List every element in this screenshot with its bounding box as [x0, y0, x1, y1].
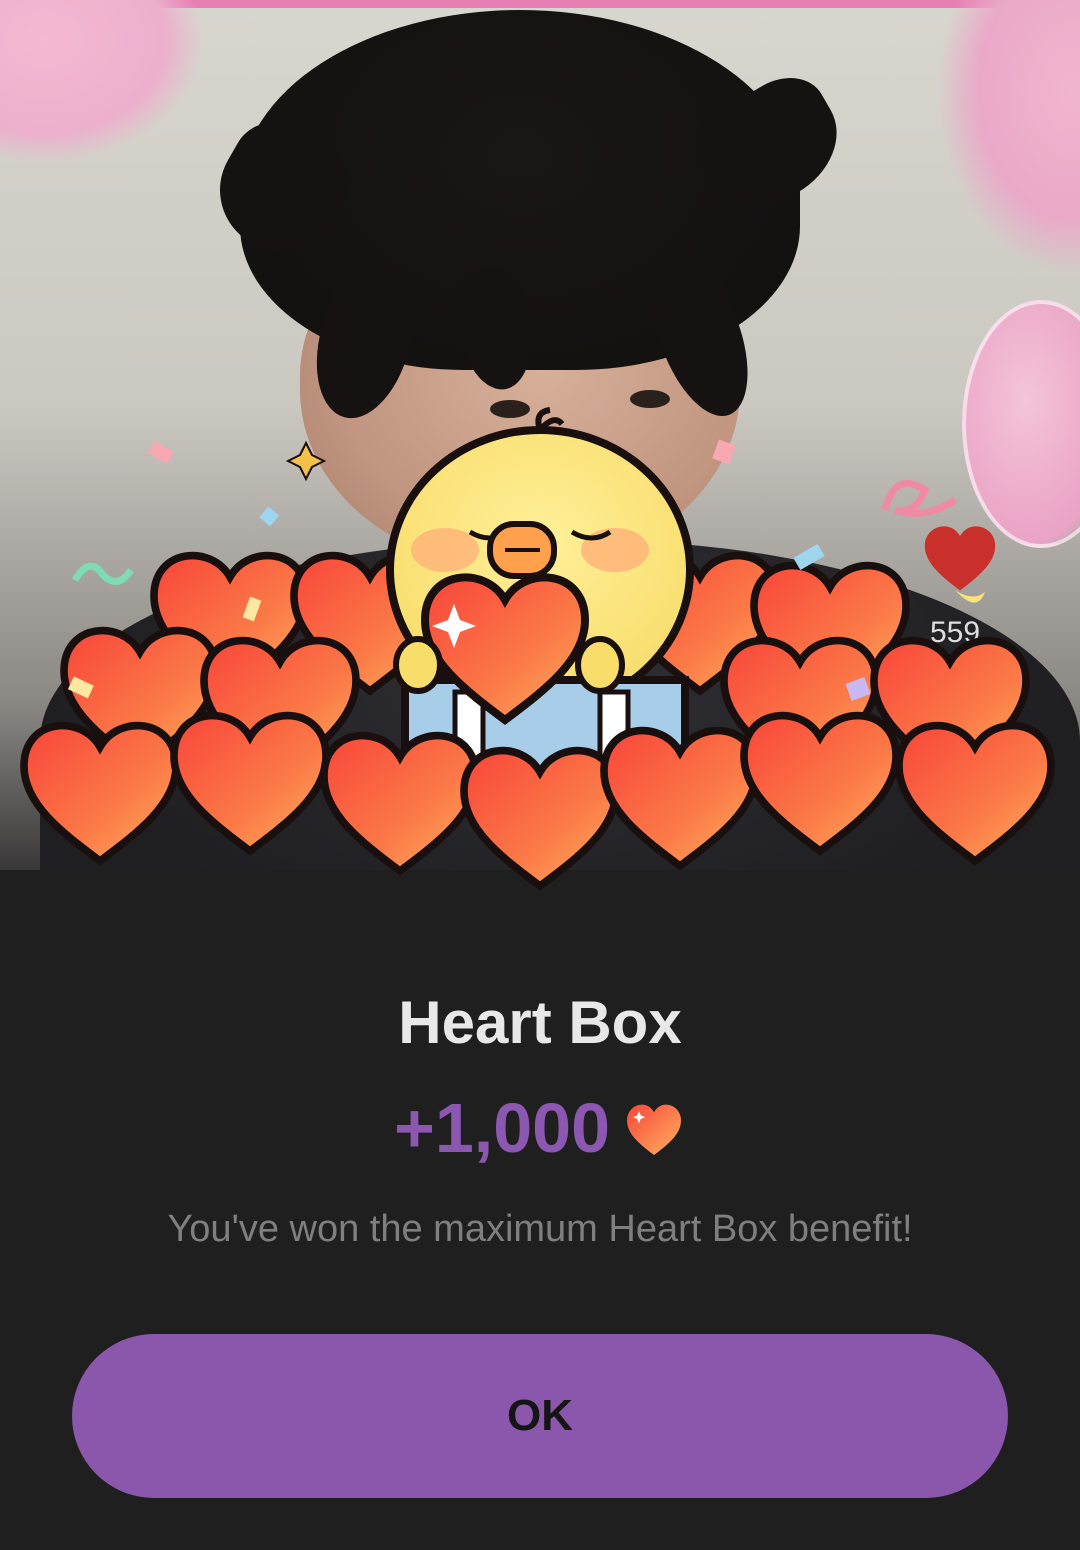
heart-pile-item	[744, 716, 896, 851]
heart-icon	[627, 1104, 682, 1155]
popup-title: Heart Box	[398, 989, 682, 1056]
ok-button[interactable]: OK	[72, 1334, 1008, 1498]
reward-message: You've won the maximum Heart Box benefit…	[167, 1208, 913, 1250]
heart-pile-item	[604, 731, 756, 866]
heart-box-screen: 559 Heart Box +1,000 You've won the maxi…	[0, 0, 1080, 1550]
pink-decoration-left	[0, 0, 200, 160]
person-hair	[198, 10, 859, 429]
heart-pile-item	[174, 716, 326, 851]
chick-mascot	[386, 407, 694, 784]
heart-pile-item	[899, 726, 1051, 861]
heart-box-illustration	[0, 407, 1080, 920]
heart-pile-item	[24, 726, 176, 861]
pink-decoration-right	[940, 0, 1080, 270]
reward-row: +1,000	[0, 1088, 1080, 1168]
heart-pile-item	[324, 736, 476, 871]
reward-amount: +1,000	[393, 1089, 611, 1167]
heart-pile-item	[464, 751, 616, 886]
